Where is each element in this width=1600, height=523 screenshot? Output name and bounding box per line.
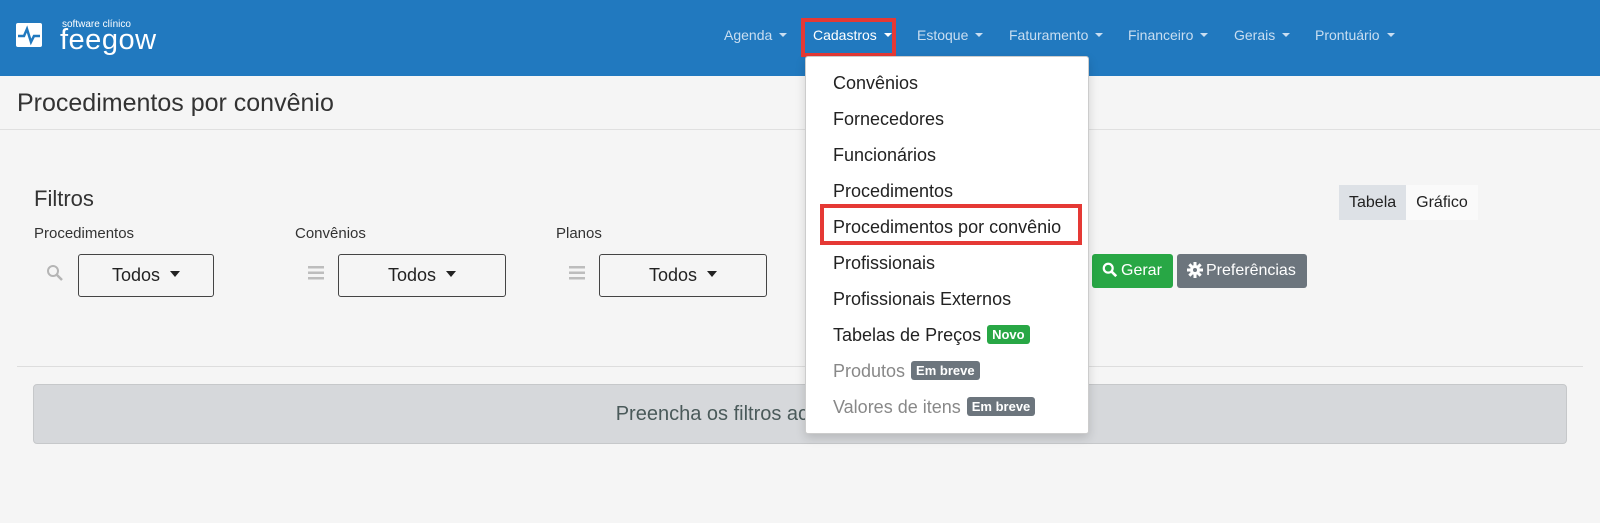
menu-item-label: Tabelas de Preços (833, 325, 982, 345)
page-header: Procedimentos por convênio (0, 76, 1600, 130)
gear-icon (1187, 262, 1203, 278)
top-navbar: software clínico feegow Agenda Cadastros… (0, 0, 1600, 76)
caret-down-icon (975, 33, 984, 37)
brand-name: feegow (60, 24, 157, 56)
filter-label-procedimentos: Procedimentos (34, 225, 135, 242)
filter-label-convenios: Convênios (295, 225, 366, 242)
menu-item-tabelas-de-precos[interactable]: Tabelas de Preços Novo (833, 320, 1030, 350)
menu-item-convenios[interactable]: Convênios (833, 68, 918, 98)
logo-icon (16, 23, 42, 47)
menu-item-fornecedores[interactable]: Fornecedores (833, 104, 944, 134)
menu-item-label: Convênios (833, 73, 919, 93)
menu-item-label: Produtos (833, 361, 906, 381)
bars-icon (569, 266, 585, 280)
filters-title: Filtros (34, 186, 94, 211)
menu-item-valores-de-itens: Valores de itens Em breve (833, 392, 1036, 422)
highlight-box-cadastros (801, 18, 896, 57)
menu-item-label: Valores de itens (833, 397, 961, 417)
menu-item-funcionarios[interactable]: Funcionários (833, 140, 936, 170)
procedimentos-select-value: Todos (111, 265, 161, 285)
nav-financeiro-label: Financeiro (1128, 27, 1194, 43)
caret-down-icon (1282, 33, 1291, 37)
menu-item-label: Procedimentos (833, 181, 954, 201)
menu-item-label: Profissionais Externos (833, 289, 1012, 309)
toggle-grafico[interactable]: Gráfico (1406, 185, 1478, 220)
nav-gerais-label: Gerais (1234, 27, 1276, 43)
coming-soon-badge: Em breve (911, 361, 980, 380)
bars-icon (308, 266, 324, 280)
caret-down-icon (446, 271, 457, 277)
caret-down-icon (1200, 33, 1209, 37)
preferencias-button[interactable]: Preferências (1177, 254, 1307, 288)
divider (17, 366, 1583, 367)
preferencias-button-label: Preferências (1206, 262, 1296, 279)
view-toggle: Tabela Gráfico (1339, 185, 1478, 220)
menu-item-produtos: Produtos Em breve (833, 356, 980, 386)
menu-item-label: Funcionários (833, 145, 937, 165)
coming-soon-badge: Em breve (966, 397, 1036, 416)
nav-estoque[interactable]: Estoque (917, 26, 984, 48)
filter-label-planos: Planos (556, 225, 602, 242)
caret-down-icon (1095, 33, 1104, 37)
menu-item-profissionais-externos[interactable]: Profissionais Externos (833, 284, 1011, 314)
gerar-button-label: Gerar (1121, 262, 1162, 279)
nav-faturamento-label: Faturamento (1009, 27, 1089, 43)
toggle-tabela[interactable]: Tabela (1339, 185, 1407, 220)
caret-down-icon (170, 271, 181, 277)
nav-faturamento[interactable]: Faturamento (1009, 26, 1104, 48)
caret-down-icon (1386, 33, 1395, 37)
nav-agenda[interactable]: Agenda (724, 26, 788, 48)
menu-item-profissionais[interactable]: Profissionais (833, 248, 935, 278)
search-icon (47, 265, 63, 281)
nav-estoque-label: Estoque (917, 27, 969, 43)
nav-prontuario-label: Prontuário (1315, 27, 1380, 43)
nav-prontuario[interactable]: Prontuário (1315, 26, 1395, 48)
menu-item-label: Fornecedores (833, 109, 945, 129)
convenios-select[interactable]: Todos (338, 254, 506, 297)
info-alert: Preencha os filtros acima (33, 384, 1567, 444)
cadastros-dropdown-menu: Convênios Fornecedores Funcionários Proc… (805, 56, 1089, 434)
search-icon (1102, 262, 1118, 278)
nav-gerais[interactable]: Gerais (1234, 26, 1291, 48)
planos-select-value: Todos (648, 265, 698, 285)
menu-item-label: Profissionais (833, 253, 936, 273)
caret-down-icon (707, 271, 718, 277)
convenios-select-value: Todos (387, 265, 437, 285)
menu-item-procedimentos[interactable]: Procedimentos (833, 176, 953, 206)
planos-select[interactable]: Todos (599, 254, 767, 297)
procedimentos-select[interactable]: Todos (78, 254, 214, 297)
new-badge: Novo (987, 325, 1030, 344)
gerar-button[interactable]: Gerar (1092, 254, 1173, 288)
nav-agenda-label: Agenda (724, 27, 773, 43)
nav-financeiro[interactable]: Financeiro (1128, 26, 1209, 48)
caret-down-icon (779, 33, 788, 37)
page-title: Procedimentos por convênio (17, 89, 334, 117)
highlight-box-procedimentos-por-convenio (820, 204, 1082, 245)
